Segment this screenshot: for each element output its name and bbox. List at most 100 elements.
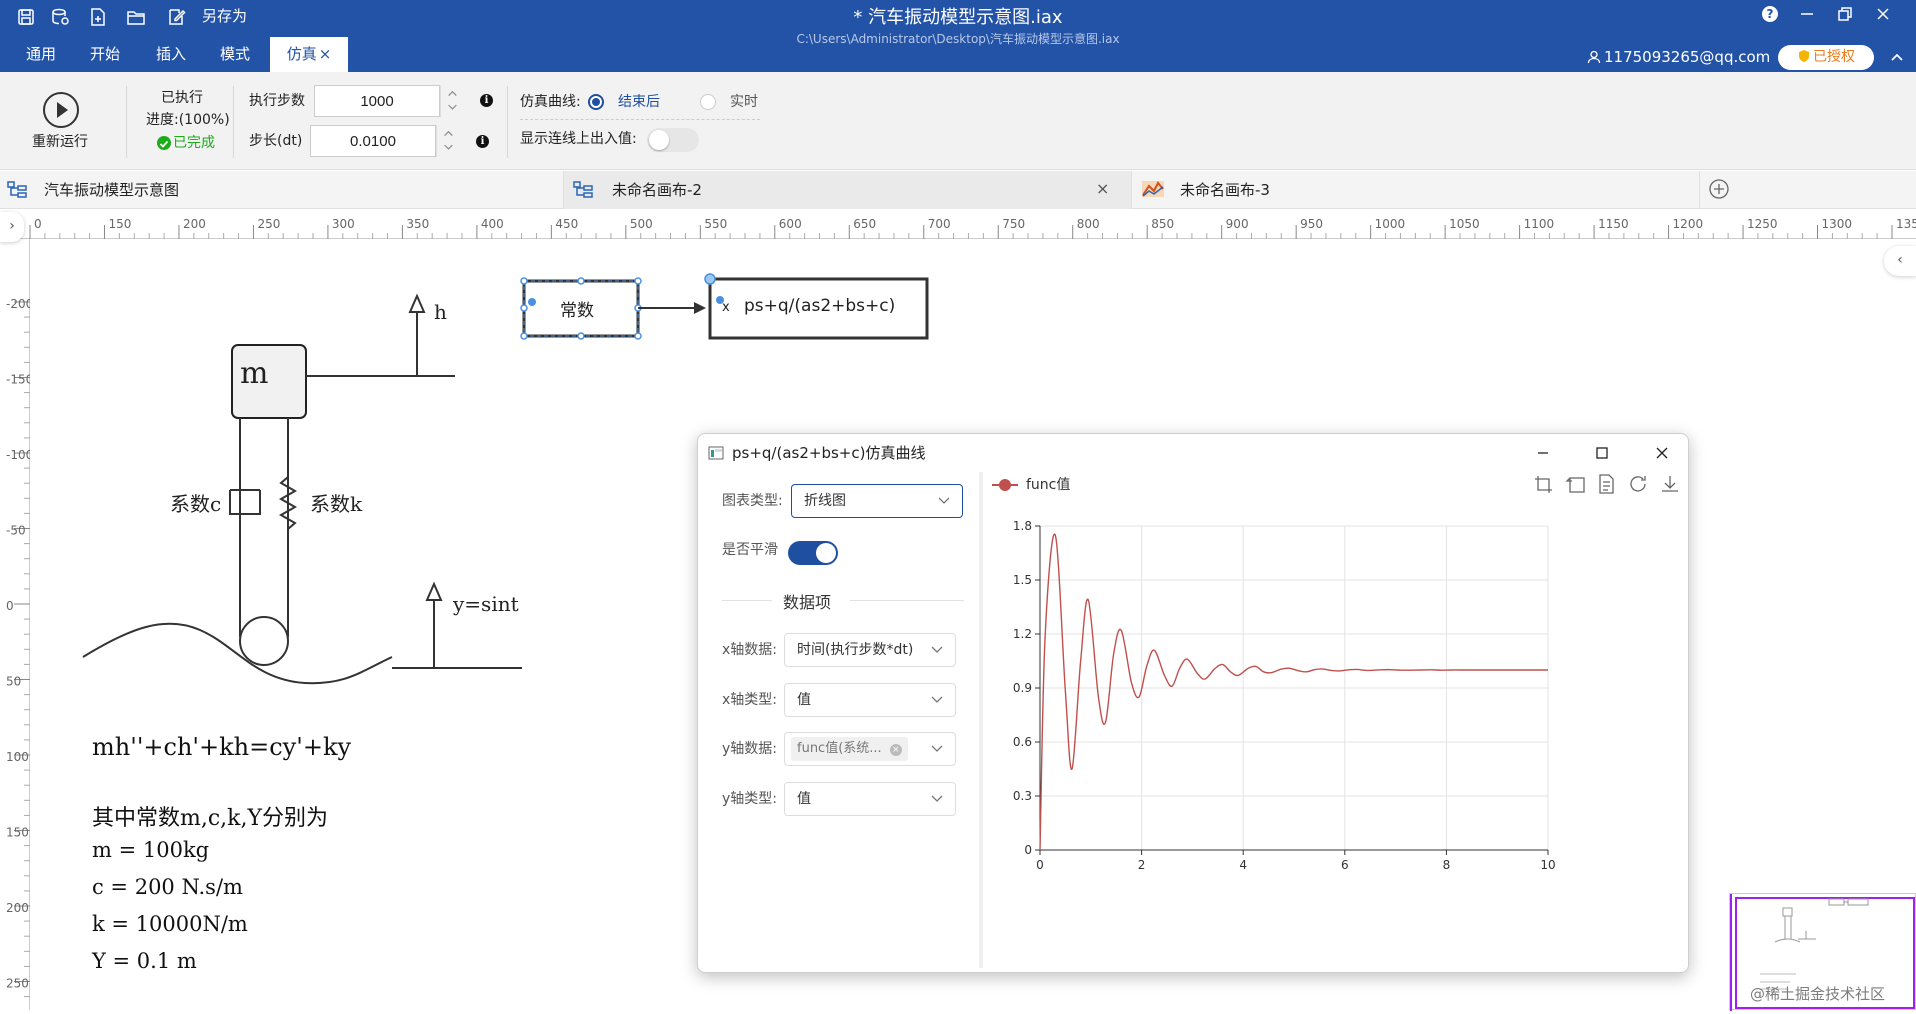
y-arrow-head — [425, 581, 443, 601]
menu-tab-close-icon[interactable]: × — [319, 45, 332, 63]
legend-label: func值 — [1026, 477, 1070, 493]
steps-stepper[interactable] — [440, 85, 464, 117]
ruler-tick-label: -200 — [6, 297, 30, 311]
menu-tab-mode[interactable]: 模式 — [206, 37, 264, 72]
ruler-left: -200 -150 -100 -50 0 50 100 150 200 250 — [0, 239, 33, 1010]
help-icon: ? — [1762, 6, 1778, 22]
x-tick-label: 2 — [1138, 858, 1146, 872]
y-data-tag: func值(系统... × — [791, 737, 908, 761]
info-icon[interactable]: i — [480, 94, 493, 107]
panel-splitter[interactable] — [979, 472, 983, 968]
x-tick-label: 4 — [1239, 858, 1247, 872]
chart-axes: 0 0.3 0.6 0.9 1.2 1.5 1.8 0 2 4 6 8 10 — [1013, 519, 1556, 872]
chevron-down-icon — [931, 684, 943, 728]
menu-tab-simulation[interactable]: 仿真 × — [270, 37, 348, 72]
chevron-down-icon — [931, 634, 943, 678]
chart-type-select[interactable]: 折线图 — [791, 484, 963, 518]
block-port[interactable] — [528, 298, 536, 306]
restore-button[interactable] — [1828, 2, 1862, 26]
tf-port-label: x — [722, 300, 730, 315]
x-tick-label: 6 — [1341, 858, 1349, 872]
y-input-label: y=sint — [453, 592, 519, 616]
dt-stepper[interactable] — [436, 125, 460, 157]
user-email[interactable]: 1175093265@qq.com — [1604, 46, 1770, 68]
ruler-tick-label: -50 — [6, 524, 26, 538]
ruler-tick-label: 800 — [1077, 217, 1100, 231]
y-data-value: func值(系统... — [797, 741, 882, 756]
ruler-tick-label: -100 — [6, 448, 30, 462]
play-icon[interactable] — [42, 91, 80, 129]
close-icon[interactable]: × — [1096, 179, 1109, 198]
ruler-tick-label: 300 — [332, 217, 355, 231]
clear-icon[interactable]: × — [889, 744, 902, 756]
y-data-select[interactable]: func值(系统... × — [784, 732, 956, 766]
menu-tab-general[interactable]: 通用 — [12, 37, 70, 72]
y-data-label: y轴数据: — [722, 741, 778, 757]
dt-input[interactable] — [310, 125, 436, 157]
curve-after-radio[interactable] — [588, 94, 604, 110]
menu-tab-simulation-label: 仿真 — [286, 45, 317, 63]
document-tab-bar: 汽车振动模型示意图 未命名画布-2 × 未命名画布-3 — [0, 171, 1916, 209]
x-type-select[interactable]: 值 — [784, 683, 956, 717]
chevron-down-icon — [938, 485, 950, 529]
menu-tab-insert[interactable]: 插入 — [142, 37, 200, 72]
block-anchor[interactable] — [704, 273, 716, 285]
chevron-down-icon — [931, 733, 943, 777]
popup-close-button[interactable] — [1647, 440, 1677, 466]
simulation-curve-window[interactable]: ps+q/(as2+bs+c)仿真曲线 图表类型: 折线图 是否平滑 数据项 x… — [697, 433, 1689, 973]
doc-tab-untitled-3[interactable]: 未命名画布-3 — [1132, 171, 1700, 209]
doc-tab-label: 汽车振动模型示意图 — [44, 181, 180, 199]
connector-arrow — [694, 302, 706, 314]
minimize-button[interactable] — [1790, 2, 1824, 26]
y-tick-label: 0.3 — [1013, 789, 1032, 803]
series-line-func[interactable] — [1039, 533, 1548, 851]
ruler-tick-label: 100 — [6, 750, 29, 764]
menu-tab-start[interactable]: 开始 — [76, 37, 134, 72]
ruler-tick-label: 500 — [630, 217, 653, 231]
y-type-value: 值 — [797, 791, 811, 807]
steps-input[interactable] — [314, 85, 440, 117]
doc-tab-untitled-2[interactable]: 未命名画布-2 × — [564, 171, 1132, 209]
param-c: c = 200 N.s/m — [92, 875, 243, 899]
show-io-label: 显示连线上出入值: — [520, 131, 637, 147]
close-button[interactable] — [1866, 2, 1900, 26]
curve-realtime-radio[interactable] — [700, 94, 716, 110]
chart-legend[interactable]: func值 — [992, 477, 1070, 493]
ruler-tick-label: 900 — [1226, 217, 1249, 231]
ruler-tick-label: -150 — [6, 373, 30, 387]
popup-minimize-button[interactable] — [1528, 440, 1558, 466]
h-arrow-head — [408, 293, 426, 313]
doc-tab-model[interactable]: 汽车振动模型示意图 — [0, 171, 564, 209]
show-io-toggle[interactable] — [647, 128, 699, 152]
left-panel-expand-icon[interactable]: › — [0, 212, 24, 242]
ruler-top: 0 150 200 250 300 350 400 450 500 550 600 650 700 750… — [0, 209, 1916, 239]
y-type-select[interactable]: 值 — [784, 782, 956, 816]
collapse-ribbon-icon[interactable] — [1888, 48, 1906, 66]
chart-grid — [1039, 525, 1549, 851]
ruler-tick-label: 150 — [108, 217, 131, 231]
help-button[interactable]: ? — [1753, 2, 1787, 26]
x-tick-label: 8 — [1443, 858, 1451, 872]
info-icon[interactable]: i — [476, 135, 489, 148]
x-data-value: 时间(执行步数*dt) — [797, 642, 914, 658]
ruler-tick-label: 0 — [34, 217, 42, 231]
ruler-tick-label: 1150 — [1598, 217, 1629, 231]
ruler-tick-label: 350 — [406, 217, 429, 231]
ribbon-divider — [233, 86, 234, 158]
rerun-button[interactable]: 重新运行 — [32, 132, 88, 152]
curve-after-label[interactable]: 结束后 — [618, 92, 660, 112]
curve-realtime-label[interactable]: 实时 — [730, 92, 758, 112]
smooth-toggle[interactable] — [788, 541, 838, 565]
line-chart[interactable]: func值 0 0.3 0.6 0.9 1.2 1.5 1.8 0 2 4 6 8 10 — [984, 472, 1678, 968]
simulation-chart[interactable]: func值 0 0.3 0.6 0.9 1.2 1.5 1.8 0 2 4 6 8 10 — [984, 472, 1678, 968]
y-tick-label: 1.2 — [1013, 627, 1032, 641]
add-tab-icon[interactable] — [1708, 178, 1730, 200]
tf-block-label: ps+q/(as2+bs+c) — [744, 296, 896, 316]
y-type-label: y轴类型: — [722, 791, 778, 807]
license-badge[interactable]: 已授权 — [1778, 45, 1874, 70]
popup-maximize-button[interactable] — [1587, 440, 1617, 466]
progress-label: 进度:(100%) — [146, 112, 230, 128]
x-data-select[interactable]: 时间(执行步数*dt) — [784, 633, 956, 667]
minimize-icon — [1801, 13, 1813, 15]
y-tick-label: 0 — [1024, 843, 1032, 857]
